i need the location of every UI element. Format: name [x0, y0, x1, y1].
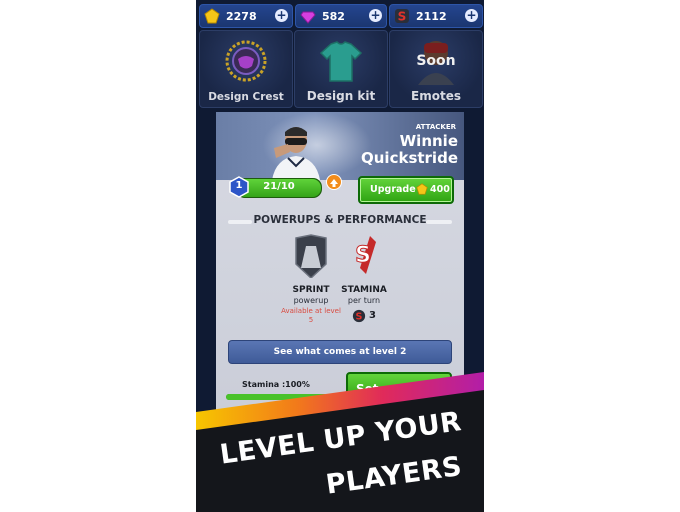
stamina-name: STAMINA — [341, 285, 387, 295]
sprint-sub: powerup — [293, 296, 329, 305]
svg-text:S: S — [398, 10, 407, 24]
tokens-value: 2112 — [416, 9, 447, 23]
sprint-shield-icon — [295, 234, 327, 278]
tokens-counter[interactable]: S 2112 + — [389, 4, 483, 28]
coin-icon — [204, 8, 220, 24]
soon-overlay: Soon — [416, 53, 456, 69]
stamina-value: 3 — [369, 310, 376, 321]
player-panel: ATTACKER Winnie Quickstride 21/10 1 Upgr… — [216, 112, 464, 442]
design-kit-tile[interactable]: Design kit — [294, 30, 388, 108]
player-name: Winnie Quickstride — [361, 133, 458, 167]
see-next-level-button[interactable]: See what comes at level 2 — [228, 340, 452, 364]
design-crest-tile[interactable]: Design Crest — [199, 30, 293, 108]
stamina-label: Stamina :100% — [242, 380, 310, 389]
upgrade-button[interactable]: Upgrade 400 — [358, 176, 454, 204]
s-token-icon: S — [395, 9, 409, 24]
crest-icon — [225, 40, 267, 82]
player-first-name: Winnie — [399, 132, 458, 150]
stamina-sub: per turn — [347, 296, 381, 305]
level-up-arrow-icon — [326, 174, 342, 190]
design-kit-label: Design kit — [306, 89, 376, 103]
s-token-icon: S — [352, 309, 366, 323]
upgrade-cost: 400 — [430, 184, 450, 195]
jersey-icon — [319, 41, 363, 82]
emotes-tile[interactable]: Soon Emotes — [389, 30, 483, 108]
svg-text:S: S — [356, 312, 363, 323]
player-last-name: Quickstride — [361, 149, 458, 167]
gem-icon — [300, 11, 316, 24]
sprint-availability: Available at level 5 — [281, 307, 341, 324]
upgrade-label: Upgrade — [370, 184, 416, 195]
coins-counter[interactable]: 2278 + — [199, 4, 293, 28]
coins-value: 2278 — [226, 9, 257, 23]
player-position: ATTACKER — [415, 123, 456, 131]
set-position-button[interactable]: Set positi — [346, 372, 452, 402]
emotes-label: Emotes — [411, 89, 461, 103]
stamina-fill — [226, 394, 344, 400]
add-tokens-button[interactable]: + — [465, 9, 478, 22]
player-header: ATTACKER Winnie Quickstride — [216, 112, 464, 180]
gems-counter[interactable]: 582 + — [295, 4, 387, 28]
section-title: POWERUPS & PERFORMANCE — [253, 214, 427, 226]
design-crest-label: Design Crest — [208, 91, 284, 103]
svg-text:S: S — [355, 243, 371, 268]
gems-value: 582 — [322, 9, 345, 23]
banner-line-2: PLAYERS — [324, 450, 465, 501]
stamina-s-icon: S — [355, 236, 376, 274]
coin-icon — [416, 183, 428, 195]
game-screen: 2278 + 582 + S 2112 + Design Crest Desig… — [196, 0, 484, 512]
add-coins-button[interactable]: + — [275, 9, 288, 22]
player-level: 1 — [235, 180, 243, 191]
stamina-bar — [226, 394, 344, 400]
sprint-name: SPRINT — [292, 285, 330, 295]
add-gems-button[interactable]: + — [369, 9, 382, 22]
player-portrait — [272, 127, 320, 180]
